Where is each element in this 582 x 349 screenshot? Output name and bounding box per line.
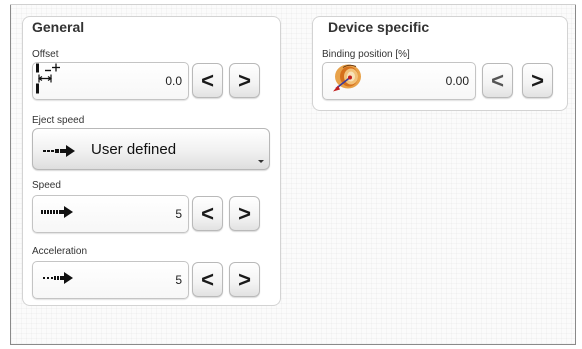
binding-position-value: 0.00 <box>445 74 469 88</box>
speed-value: 5 <box>175 207 182 221</box>
acceleration-field[interactable]: 5 <box>32 261 189 299</box>
acceleration-label: Acceleration <box>32 246 88 257</box>
offset-increment-button[interactable]: > <box>229 63 260 98</box>
eject-speed-label: Eject speed <box>32 115 85 126</box>
eject-speed-icon <box>43 144 77 162</box>
acceleration-decrement-button[interactable]: < <box>192 262 223 297</box>
chevron-left-icon: < <box>201 67 214 93</box>
chevron-right-icon: > <box>238 67 251 93</box>
chevron-left-icon: < <box>491 67 504 93</box>
offset-decrement-button[interactable]: < <box>192 63 223 98</box>
chevron-left-icon: < <box>201 200 214 226</box>
eject-speed-value: User defined <box>91 141 177 158</box>
eject-speed-dropdown[interactable]: User defined <box>32 128 270 170</box>
chevron-right-icon: > <box>238 266 251 292</box>
acceleration-icon <box>41 271 75 289</box>
offset-value: 0.0 <box>165 74 182 88</box>
acceleration-value: 5 <box>175 273 182 287</box>
binding-position-field[interactable]: 0.00 <box>322 62 476 100</box>
speed-icon <box>41 205 75 223</box>
offset-field[interactable]: 0.0 <box>32 62 189 100</box>
device-specific-title: Device specific <box>328 19 430 35</box>
binding-position-increment-button[interactable]: > <box>522 63 553 98</box>
speed-label: Speed <box>32 180 61 191</box>
chevron-right-icon: > <box>531 67 544 93</box>
binding-position-label: Binding position [%] <box>322 49 410 60</box>
general-title: General <box>32 19 85 35</box>
speed-increment-button[interactable]: > <box>229 196 260 231</box>
speed-field[interactable]: 5 <box>32 195 189 233</box>
binding-position-icon <box>329 63 363 100</box>
chevron-left-icon: < <box>201 266 214 292</box>
offset-label: Offset <box>32 49 59 60</box>
dropdown-arrow-icon <box>258 160 264 163</box>
top-divider <box>10 4 576 5</box>
speed-decrement-button[interactable]: < <box>192 196 223 231</box>
offset-icon <box>35 63 69 100</box>
chevron-right-icon: > <box>238 200 251 226</box>
binding-position-decrement-button[interactable]: < <box>482 63 513 98</box>
acceleration-increment-button[interactable]: > <box>229 262 260 297</box>
